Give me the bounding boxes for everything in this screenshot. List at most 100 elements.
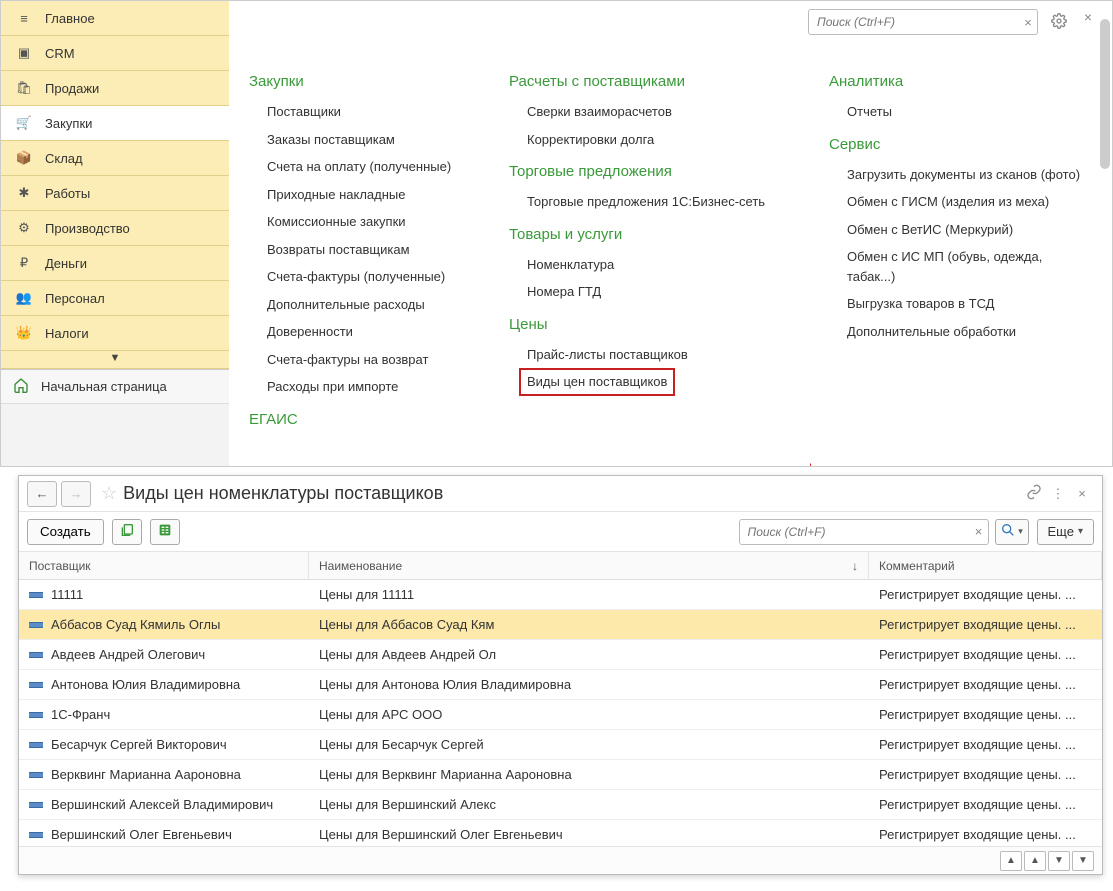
nav-link[interactable]: Приходные накладные <box>249 181 469 209</box>
clear-icon[interactable]: × <box>970 524 988 539</box>
nav-link[interactable]: Выгрузка товаров в ТСД <box>829 290 1089 318</box>
scroll-top-button[interactable]: ▲ <box>1000 851 1022 871</box>
sidebar-item-5[interactable]: ✱Работы <box>1 176 229 211</box>
table-row[interactable]: Вершинский Олег ЕвгеньевичЦены для Верши… <box>19 820 1102 846</box>
scroll-down-button[interactable]: ▼ <box>1048 851 1070 871</box>
table-row[interactable]: Вершинский Алексей Владимирович Цены для … <box>19 790 1102 820</box>
sidebar-item-1[interactable]: ▣CRM <box>1 36 229 71</box>
gear-icon <box>1051 13 1067 32</box>
menu-button[interactable]: ⋮ <box>1046 486 1070 502</box>
sidebar-item-6[interactable]: ⚙Производство <box>1 211 229 246</box>
nav-link[interactable]: Поставщики <box>249 98 469 126</box>
table-search[interactable]: × <box>739 519 989 545</box>
nav-link[interactable]: Возвраты поставщикам <box>249 236 469 264</box>
nav-link[interactable]: Загрузить документы из сканов (фото) <box>829 161 1089 189</box>
section-tovary[interactable]: Товары и услуги <box>509 226 789 243</box>
table-row[interactable]: Бесарчук Сергей ВикторовичЦены для Бесар… <box>19 730 1102 760</box>
nav-link[interactable]: Доверенности <box>249 318 469 346</box>
nav-link[interactable]: Обмен с ГИСМ (изделия из меха) <box>829 188 1089 216</box>
global-search[interactable]: × <box>808 9 1038 35</box>
section-egais[interactable]: ЕГАИС <box>249 411 469 428</box>
create-button[interactable]: Создать <box>27 519 104 545</box>
section-zakupki[interactable]: Закупки <box>249 73 469 90</box>
nav-link[interactable]: Счета-фактуры на возврат <box>249 346 469 374</box>
nav-back-button[interactable]: ← <box>27 481 57 507</box>
nav-link[interactable]: Виды цен поставщиков <box>519 368 675 396</box>
nav-link[interactable]: Комиссионные закупки <box>249 208 469 236</box>
link-button[interactable] <box>1022 484 1046 503</box>
row-icon <box>29 712 43 718</box>
row-icon <box>29 592 43 598</box>
sidebar-item-0[interactable]: ≡Главное <box>1 1 229 36</box>
sidebar-item-7[interactable]: ₽Деньги <box>1 246 229 281</box>
sidebar-item-4[interactable]: 📦Склад <box>1 141 229 176</box>
register-button[interactable] <box>150 519 180 545</box>
copy-button[interactable] <box>112 519 142 545</box>
table-search-input[interactable] <box>740 525 970 539</box>
settings-button[interactable] <box>1046 9 1072 35</box>
content-scrollbar[interactable] <box>1100 17 1110 460</box>
global-search-input[interactable] <box>809 15 1019 29</box>
row-icon <box>29 832 43 838</box>
table-row[interactable]: Антонова Юлия ВладимировнаЦены для Антон… <box>19 670 1102 700</box>
nav-link[interactable]: Торговые предложения 1С:Бизнес-сеть <box>509 188 789 216</box>
cell-name: Цены для Вершинский Алекс <box>309 797 869 812</box>
favorite-button[interactable]: ☆ <box>101 483 117 504</box>
sidebar-item-2[interactable]: 🛍Продажи <box>1 71 229 106</box>
clear-icon[interactable]: × <box>1019 15 1037 30</box>
sidebar: ≡Главное▣CRM🛍Продажи🛒Закупки📦Склад✱Работ… <box>1 1 229 466</box>
table-row[interactable]: 11111Цены для 11111Регистрирует входящие… <box>19 580 1102 610</box>
nav-link[interactable]: Заказы поставщикам <box>249 126 469 154</box>
nav-label: Налоги <box>45 326 89 341</box>
column-header-supplier[interactable]: Поставщик <box>19 552 309 579</box>
more-button[interactable]: Еще ▾ <box>1037 519 1094 545</box>
sidebar-expand[interactable]: ▼ <box>1 351 229 369</box>
nav-link[interactable]: Расходы при импорте <box>249 373 469 401</box>
detail-window: ← → ☆ Виды цен номенклатуры поставщиков … <box>18 475 1103 875</box>
search-button[interactable]: ▾ <box>995 519 1029 545</box>
sidebar-home[interactable]: Начальная страница <box>1 370 229 404</box>
nav-link[interactable]: Прайс-листы поставщиков <box>509 341 789 369</box>
nav-icon: 🛍 <box>13 80 35 96</box>
nav-link[interactable]: Дополнительные обработки <box>829 318 1089 346</box>
sidebar-item-8[interactable]: 👥Персонал <box>1 281 229 316</box>
column-header-name[interactable]: Наименование ↓ <box>309 552 869 579</box>
column-header-comment[interactable]: Комментарий <box>869 552 1102 579</box>
table-row[interactable]: 1С-ФранчЦены для АРС ОООРегистрирует вхо… <box>19 700 1102 730</box>
cell-supplier: Вершинский Алексей Владимирович <box>51 797 273 812</box>
arrow-right-icon: → <box>70 486 83 501</box>
nav-link[interactable]: Обмен с ВетИС (Меркурий) <box>829 216 1089 244</box>
nav-link[interactable]: Номера ГТД <box>509 278 789 306</box>
nav-icon: ⚙ <box>13 220 35 236</box>
table-row[interactable]: Аббасов Суад Кямиль ОглыЦены для Аббасов… <box>19 610 1102 640</box>
row-icon <box>29 652 43 658</box>
close-panel-button[interactable]: × <box>1078 9 1098 25</box>
section-torgovye[interactable]: Торговые предложения <box>509 163 789 180</box>
sidebar-item-9[interactable]: 👑Налоги <box>1 316 229 351</box>
section-raschety[interactable]: Расчеты с поставщиками <box>509 73 789 90</box>
nav-link[interactable]: Счета-фактуры (полученные) <box>249 263 469 291</box>
section-ceny[interactable]: Цены <box>509 316 789 333</box>
section-analitika[interactable]: Аналитика <box>829 73 1089 90</box>
table-row[interactable]: Верквинг Марианна АароновнаЦены для Верк… <box>19 760 1102 790</box>
table-row[interactable]: Авдеев Андрей ОлеговичЦены для Авдеев Ан… <box>19 640 1102 670</box>
row-icon <box>29 772 43 778</box>
nav-link[interactable]: Дополнительные расходы <box>249 291 469 319</box>
nav-link[interactable]: Сверки взаиморасчетов <box>509 98 789 126</box>
nav-link[interactable]: Отчеты <box>829 98 1089 126</box>
data-table: Поставщик Наименование ↓ Комментарий 111… <box>19 552 1102 846</box>
scroll-bottom-button[interactable]: ▼ <box>1072 851 1094 871</box>
close-window-button[interactable]: × <box>1070 486 1094 501</box>
nav-link[interactable]: Номенклатура <box>509 251 789 279</box>
nav-link[interactable]: Счета на оплату (полученные) <box>249 153 469 181</box>
nav-forward-button[interactable]: → <box>61 481 91 507</box>
section-servis[interactable]: Сервис <box>829 136 1089 153</box>
chevron-down-icon: ▾ <box>1018 526 1023 537</box>
nav-link[interactable]: Обмен с ИС МП (обувь, одежда, табак...) <box>829 243 1089 290</box>
cell-supplier: 1С-Франч <box>51 707 110 722</box>
scroll-up-button[interactable]: ▲ <box>1024 851 1046 871</box>
sidebar-item-3[interactable]: 🛒Закупки <box>1 106 229 141</box>
nav-link[interactable]: Корректировки долга <box>509 126 789 154</box>
cell-supplier: 11111 <box>51 587 83 602</box>
cell-name: Цены для АРС ООО <box>309 707 869 722</box>
